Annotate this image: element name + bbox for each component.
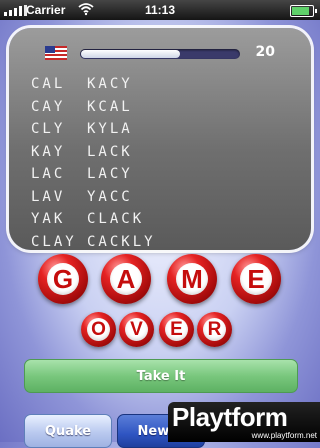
letter-ball-e[interactable]: E	[231, 254, 281, 304]
word-item: LACY	[87, 166, 133, 182]
word-panel: 20 CAL KACY CAY KCAL CLY KYLA KAY LACK L…	[9, 28, 311, 250]
progress-fill	[81, 50, 181, 58]
letter-ball-r[interactable]: R	[197, 312, 232, 347]
word-item: CLY	[31, 121, 66, 137]
letter-ball-a[interactable]: A	[101, 254, 151, 304]
watermark-logo: Playtform	[172, 402, 288, 432]
word-item: CLAY	[31, 233, 77, 250]
letter-tile: V	[125, 318, 148, 341]
progress-bar	[80, 49, 240, 59]
word-item: KYLA	[87, 121, 133, 137]
letter-tile: E	[165, 318, 188, 341]
word-item: CAY	[31, 98, 66, 115]
letter-tile: O	[87, 318, 110, 341]
take-it-button[interactable]: Take It	[24, 359, 298, 393]
letter-ball-m[interactable]: M	[167, 254, 217, 304]
letter-tile: G	[47, 263, 79, 295]
us-flag-icon[interactable]	[45, 46, 67, 60]
letter-tile: R	[203, 318, 226, 341]
word-item: LAV	[31, 188, 66, 205]
letter-ball-v[interactable]: V	[119, 312, 154, 347]
found-words-list: CAL KACY CAY KCAL CLY KYLA KAY LACK LAC …	[31, 74, 167, 252]
letter-ball-e2[interactable]: E	[159, 312, 194, 347]
word-item: LACK	[87, 143, 133, 160]
watermark-url: www.playtform.net	[251, 431, 317, 440]
word-count: 20	[255, 44, 275, 60]
letter-tile: A	[110, 263, 142, 295]
letter-ball-o[interactable]: O	[81, 312, 116, 347]
word-item: KAY	[31, 143, 66, 160]
quake-button[interactable]: Quake	[24, 414, 112, 448]
letter-ball-g[interactable]: G	[38, 254, 88, 304]
letter-tile: E	[240, 263, 272, 295]
word-item: CAL	[31, 76, 66, 92]
letter-tile: M	[176, 263, 208, 295]
watermark: Playtform www.playtform.net	[168, 402, 320, 442]
status-bar: Carrier 11:13	[0, 0, 320, 20]
word-item: CACKLY	[87, 233, 156, 250]
clock-time: 11:13	[144, 3, 176, 17]
word-item: YAK	[31, 211, 66, 227]
word-item: KCAL	[87, 98, 133, 115]
word-item: YACC	[87, 188, 133, 205]
battery-icon	[290, 5, 317, 17]
word-item: CLACK	[87, 211, 145, 227]
word-item: KACY	[87, 76, 133, 92]
word-item: LAC	[31, 166, 66, 182]
